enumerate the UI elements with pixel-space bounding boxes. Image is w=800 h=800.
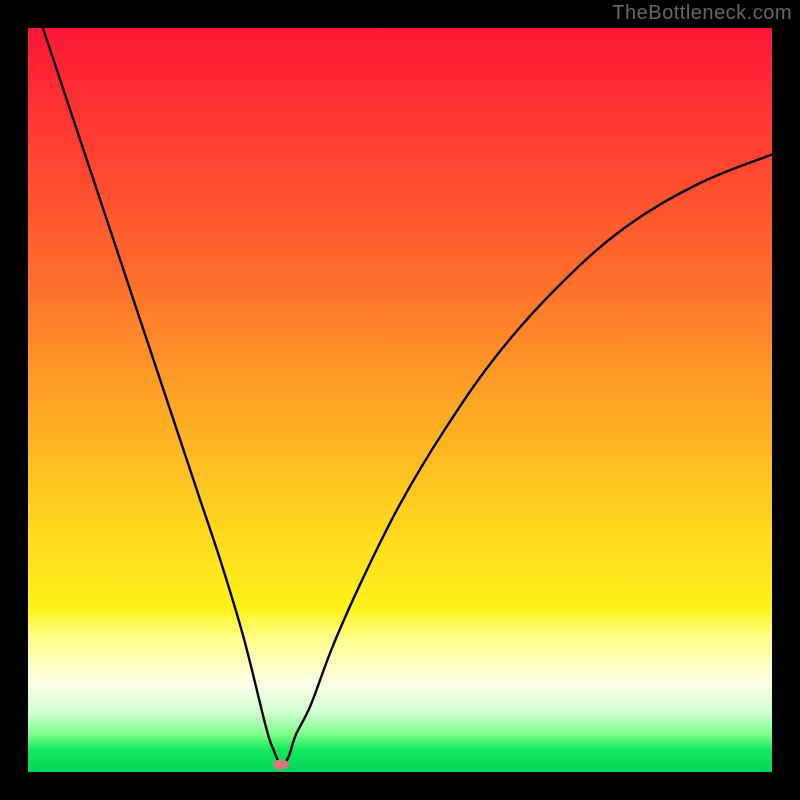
minimum-marker — [273, 760, 289, 770]
chart-frame: TheBottleneck.com — [0, 0, 800, 800]
curve-path — [43, 28, 772, 765]
plot-area — [28, 28, 772, 772]
bottleneck-curve — [28, 28, 772, 772]
watermark-text: TheBottleneck.com — [612, 2, 792, 25]
